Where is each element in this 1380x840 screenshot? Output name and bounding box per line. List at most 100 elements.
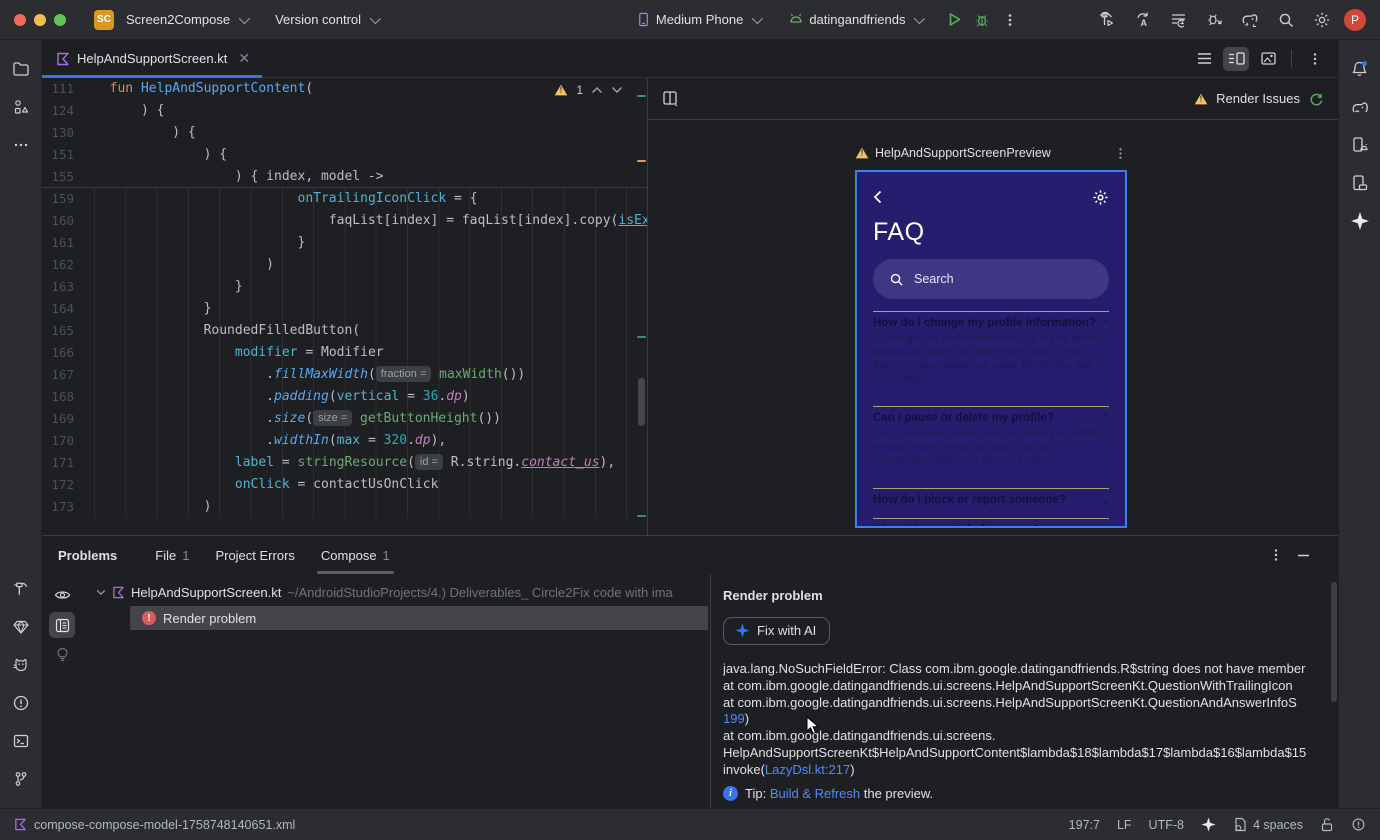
expand-chevron-icon[interactable]: ⌃ xyxy=(1101,413,1109,424)
code-line[interactable]: 161 } xyxy=(42,232,647,254)
project-menu[interactable]: SC Screen2Compose xyxy=(94,9,251,30)
code-line[interactable]: 166 modifier = Modifier xyxy=(42,342,647,364)
gemini-sparkle-icon[interactable] xyxy=(1345,206,1375,236)
gradle-sync-icon[interactable] xyxy=(1236,6,1264,34)
code-line[interactable]: 160 faqList[index] = faqList[index].copy… xyxy=(42,210,647,232)
code-line[interactable]: 165 RoundedFilledButton( xyxy=(42,320,647,342)
app-quality-insights-tool-icon[interactable] xyxy=(6,612,36,642)
faq-item[interactable]: How do I block or report someone? ⌄ xyxy=(873,487,1109,518)
caret-position[interactable]: 197:7 xyxy=(1069,818,1100,832)
code-view-icon[interactable] xyxy=(1191,47,1217,71)
gradle-tool-icon[interactable] xyxy=(1345,92,1375,122)
project-tool-icon[interactable] xyxy=(6,54,36,84)
more-actions-button[interactable] xyxy=(996,6,1024,34)
settings-gear-icon[interactable] xyxy=(1308,6,1336,34)
error-indicator-icon[interactable] xyxy=(1351,817,1366,832)
refresh-icon[interactable] xyxy=(1308,91,1324,107)
terminal-tool-icon[interactable] xyxy=(6,726,36,756)
apply-code-changes-icon[interactable] xyxy=(1164,6,1192,34)
faq-search-bar[interactable]: Search xyxy=(873,259,1109,299)
editor-options-kebab-icon[interactable] xyxy=(1302,47,1328,71)
preview-label-row[interactable]: HelpAndSupportScreenPreview xyxy=(855,146,1127,160)
indent-setting[interactable]: 4 spaces xyxy=(1233,817,1303,832)
stack-link[interactable]: LazyDsl.kt:217 xyxy=(765,762,850,777)
logcat-tool-icon[interactable] xyxy=(6,650,36,680)
fix-with-ai-button[interactable]: Fix with AI xyxy=(723,617,831,645)
quick-fix-bulb-icon[interactable] xyxy=(49,642,75,668)
more-tool-windows-icon[interactable] xyxy=(6,130,36,160)
panel-options-kebab-icon[interactable] xyxy=(1269,548,1283,562)
ai-status-sparkle-icon[interactable] xyxy=(1201,817,1216,832)
preview-options-kebab-icon[interactable] xyxy=(1114,147,1127,160)
code-line[interactable]: 124 ) { xyxy=(42,100,647,122)
expand-chevron-icon[interactable]: ⌄ xyxy=(1101,495,1109,506)
split-view-icon[interactable] xyxy=(1223,46,1249,71)
detail-scrollbar[interactable] xyxy=(1331,582,1337,702)
design-view-icon[interactable] xyxy=(1255,47,1281,71)
code-line[interactable]: 170 .widthIn(max = 320.dp), xyxy=(42,430,647,452)
code-line[interactable]: 168 .padding(vertical = 36.dp) xyxy=(42,386,647,408)
problem-file-row[interactable]: HelpAndSupportScreen.kt ~/AndroidStudioP… xyxy=(82,580,710,604)
code-line[interactable]: 169 .size(size = getButtonHeight()) xyxy=(42,408,647,430)
minimize-window-button[interactable] xyxy=(34,13,46,26)
problems-tab-file[interactable]: File 1 xyxy=(155,536,189,574)
faq-item[interactable]: How do I change my profile information? ⌃… xyxy=(873,311,1109,406)
expand-chevron-icon[interactable]: ⌄ xyxy=(1101,525,1109,527)
device-selector[interactable]: Medium Phone xyxy=(636,12,764,27)
resource-manager-tool-icon[interactable] xyxy=(6,92,36,122)
code-line[interactable]: 155 ) { index, model -> xyxy=(42,166,647,188)
back-chevron-icon[interactable] xyxy=(873,190,882,204)
code-line[interactable]: 130 ) { xyxy=(42,122,647,144)
show-details-icon[interactable] xyxy=(49,612,75,638)
line-ending[interactable]: LF xyxy=(1117,818,1132,832)
faq-item[interactable]: Why did my match disappear? ⌄ xyxy=(873,517,1109,527)
expand-chevron-icon[interactable]: ⌃ xyxy=(1101,318,1109,329)
problems-tab-project-errors[interactable]: Project Errors xyxy=(215,536,294,574)
render-issues-label[interactable]: Render Issues xyxy=(1216,91,1300,106)
unlock-icon[interactable] xyxy=(1320,817,1334,832)
preview-canvas[interactable]: HelpAndSupportScreenPreview FAQ S xyxy=(648,120,1338,535)
build-tool-icon[interactable] xyxy=(6,574,36,604)
editor-tab[interactable]: HelpAndSupportScreen.kt ✕ xyxy=(42,40,263,78)
problem-row-selected[interactable]: ! Render problem xyxy=(130,606,708,630)
code-line[interactable]: 163 } xyxy=(42,276,647,298)
code-editor[interactable]: 111 fun HelpAndSupportContent(124 ) {130… xyxy=(42,78,648,535)
code-line[interactable]: 159 onTrailingIconClick = { xyxy=(42,188,647,210)
user-avatar[interactable]: P xyxy=(1344,8,1366,31)
phone-preview[interactable]: FAQ Search How do I change my profile in… xyxy=(855,170,1127,528)
settings-gear-icon[interactable] xyxy=(1092,189,1109,206)
minimize-panel-icon[interactable] xyxy=(1297,549,1310,562)
stack-link[interactable]: 199 xyxy=(723,711,745,726)
notifications-bell-icon[interactable] xyxy=(1345,54,1375,84)
debug-button[interactable] xyxy=(968,6,996,34)
problems-tab-compose[interactable]: Compose 1 xyxy=(316,536,394,574)
chevron-down-icon[interactable] xyxy=(96,589,106,596)
editor-scrollbar[interactable] xyxy=(638,378,645,426)
build-icon[interactable] xyxy=(1092,6,1120,34)
run-button[interactable] xyxy=(940,6,968,34)
inspection-widget[interactable]: 1 xyxy=(554,83,623,97)
vcs-menu[interactable]: Version control xyxy=(275,12,382,27)
problems-tool-icon[interactable] xyxy=(6,688,36,718)
preview-layout-icon[interactable] xyxy=(662,90,679,107)
close-window-button[interactable] xyxy=(14,13,26,26)
view-options-eye-icon[interactable] xyxy=(49,582,75,608)
code-line[interactable]: 167 .fillMaxWidth(fraction = maxWidth()) xyxy=(42,364,647,386)
next-issue-chevron-icon[interactable] xyxy=(611,86,623,94)
code-line[interactable]: 173 ) xyxy=(42,496,647,518)
zoom-window-button[interactable] xyxy=(54,13,66,26)
build-refresh-link[interactable]: Build & Refresh xyxy=(770,786,860,801)
apply-changes-icon[interactable]: A xyxy=(1128,6,1156,34)
code-line[interactable]: 171 label = stringResource(id = R.string… xyxy=(42,452,647,474)
code-line[interactable]: 164 } xyxy=(42,298,647,320)
run-configuration-selector[interactable]: datingandfriends xyxy=(788,12,926,27)
version-control-tool-icon[interactable] xyxy=(6,764,36,794)
running-devices-tool-icon[interactable] xyxy=(1345,168,1375,198)
prev-issue-chevron-icon[interactable] xyxy=(591,86,603,94)
search-icon[interactable] xyxy=(1272,6,1300,34)
status-file[interactable]: compose-compose-model-1758748140651.xml xyxy=(14,818,295,832)
file-encoding[interactable]: UTF-8 xyxy=(1149,818,1184,832)
faq-item[interactable]: Can I pause or delete my profile? ⌃ Yes. I… xyxy=(873,406,1109,488)
attach-debugger-icon[interactable] xyxy=(1200,6,1228,34)
code-line[interactable]: 172 onClick = contactUsOnClick xyxy=(42,474,647,496)
